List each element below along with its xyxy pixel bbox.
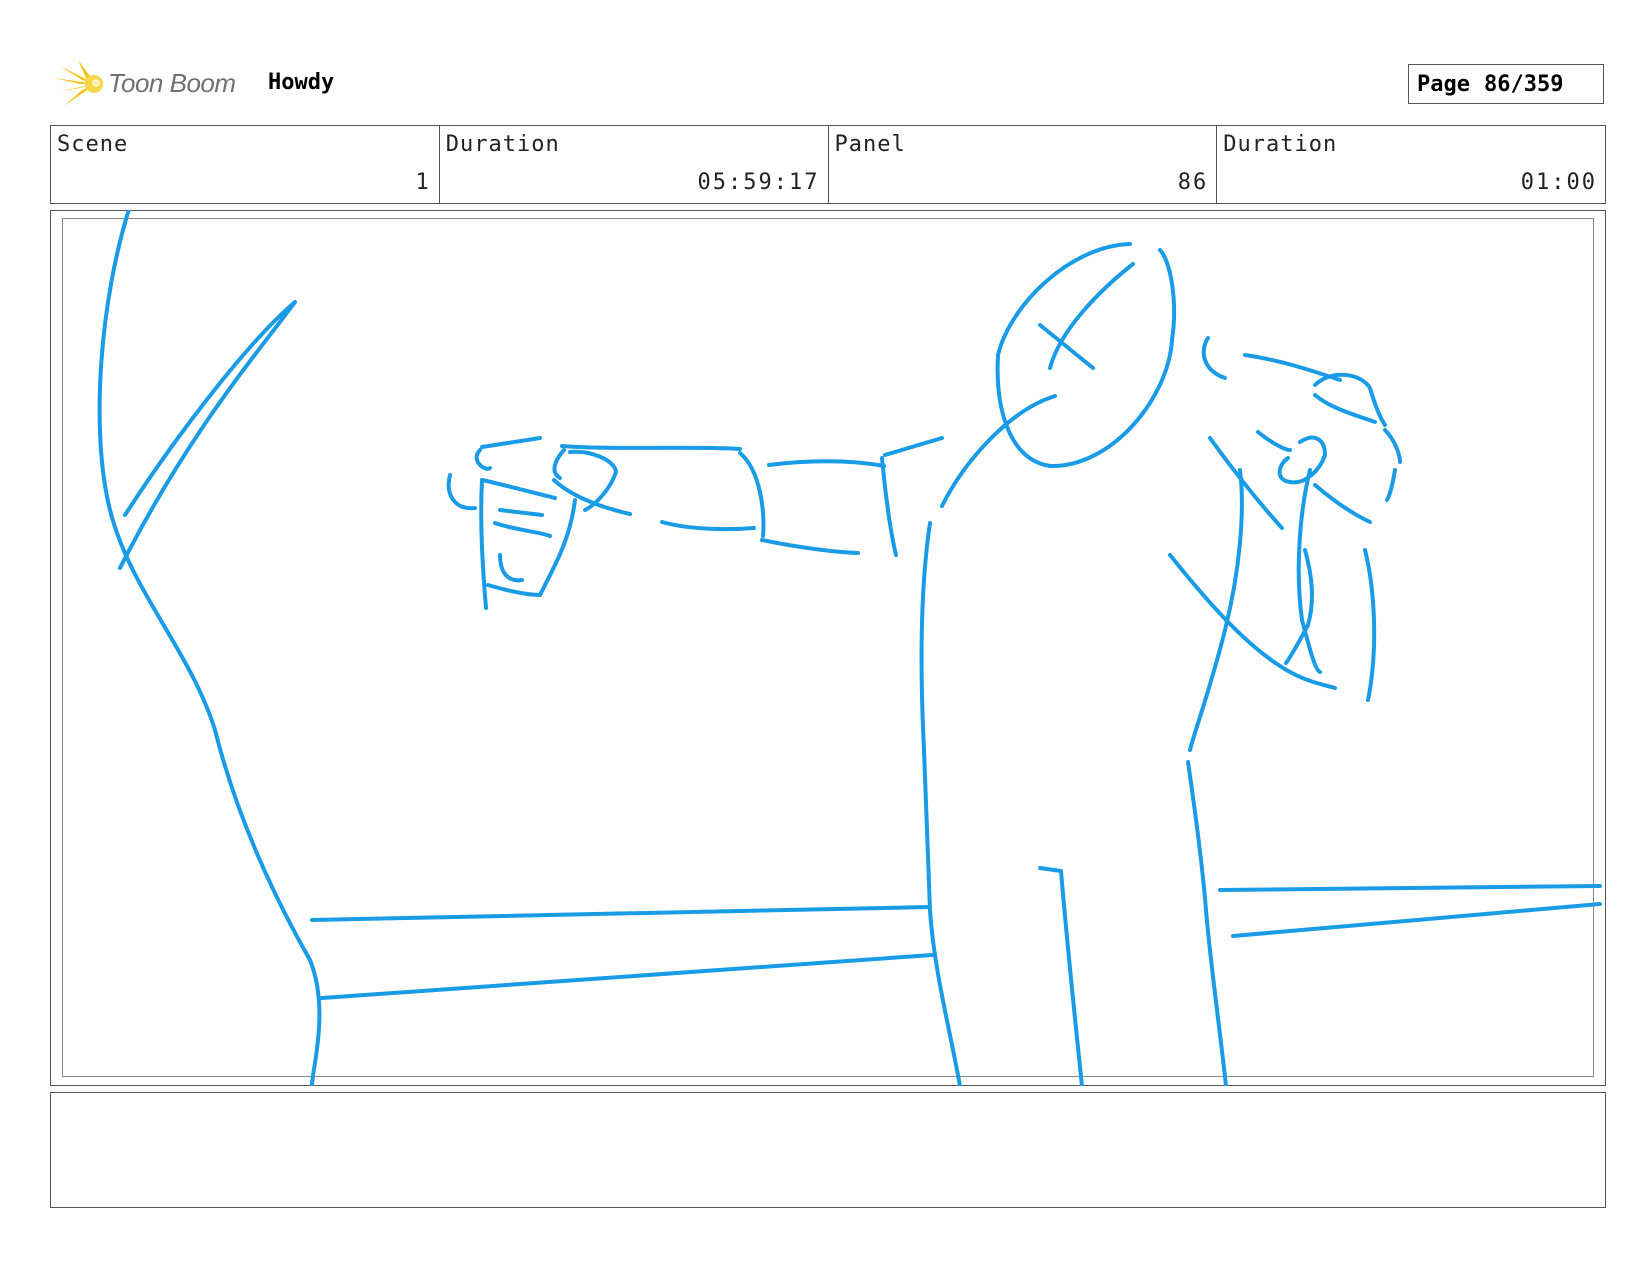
sketch-arm-sleeve-seam: [880, 456, 898, 557]
sketch-arm-upper: [883, 436, 944, 457]
sketch-char2-head-a: [1201, 336, 1227, 380]
sketch-char2-arm-d: [1363, 548, 1377, 702]
toon-boom-logo: Toon Boom: [52, 56, 252, 112]
sketch-forearm-top: [560, 444, 742, 451]
scene-label: Scene: [57, 132, 129, 157]
sketch-char2-arm-c: [1313, 483, 1372, 524]
sketch-counter-top: [310, 905, 932, 922]
sketch-leg-inner: [1038, 866, 1084, 1086]
sketch-cup-inner-c: [498, 553, 524, 583]
sketch-finger-c: [552, 448, 566, 480]
sketch-knuckles: [474, 448, 492, 471]
sketch-head-outline: [995, 242, 1177, 469]
sketch-cup-right: [538, 498, 577, 597]
sketch-head-cross-a: [1048, 262, 1135, 370]
logo-text: Toon Boom: [108, 68, 236, 98]
panel-duration-label: Duration: [1223, 132, 1338, 157]
sketch-thumb: [446, 473, 477, 511]
panel-info-table: Scene 1 Duration 05:59:17 Panel 86 Durat…: [50, 125, 1606, 204]
project-title: Howdy: [268, 70, 335, 95]
sketch-char2-body-c: [1186, 760, 1228, 1086]
sketch-char2-neck-back: [1385, 468, 1397, 502]
sketch-cup-rim: [480, 478, 557, 500]
scene-duration-value: 05:59:17: [697, 170, 820, 195]
sketch-char2-ear-inner: [1256, 430, 1292, 452]
sketch-forearm-bottom: [660, 520, 756, 532]
storyboard-sketch: [97, 210, 1602, 1086]
sketch-shoulder: [940, 394, 1057, 508]
sketch-char2-head-d: [1313, 393, 1377, 424]
sketch-counter-bottom: [320, 953, 934, 1000]
scene-value: 1: [415, 170, 431, 195]
panel-value: 86: [1177, 170, 1209, 195]
sketch-arm-sleeve-top: [767, 459, 886, 468]
page-indicator: Page 86/359: [1408, 64, 1604, 104]
sketch-cup-inner-b: [493, 521, 552, 538]
sketch-char2-body-a: [1208, 436, 1284, 530]
panel-label: Panel: [834, 132, 906, 157]
sketch-hand-fingers-b: [552, 478, 632, 516]
panel-duration-cell: Duration 01:00: [1217, 126, 1605, 203]
sketch-forearm-cuff: [738, 451, 766, 538]
page-value: 86/359: [1483, 71, 1564, 97]
sketch-wall-diagonal: [118, 300, 297, 570]
sketch-char2-ear: [1277, 435, 1327, 485]
panel-notes: [50, 1092, 1606, 1208]
scene-duration-label: Duration: [445, 132, 560, 157]
sketch-cup-inner-a: [498, 508, 544, 517]
starburst-icon: [54, 60, 103, 106]
sketch-body-left: [919, 521, 962, 1086]
sketch-hand-top: [480, 436, 542, 449]
scene-duration-cell: Duration 05:59:17: [440, 126, 829, 203]
sketch-cup-bottom: [486, 583, 542, 597]
sketch-right-counter-bottom: [1231, 902, 1602, 938]
panel-duration-value: 01:00: [1520, 170, 1597, 195]
sketch-arm-bottom: [760, 538, 860, 555]
sketch-char2-head-c: [1313, 372, 1387, 427]
sketch-char2-head-e: [1383, 428, 1402, 464]
panel-cell: Panel 86: [829, 126, 1218, 203]
sketch-cup-left: [479, 478, 488, 610]
sketch-wall-curve: [97, 210, 322, 1086]
scene-cell: Scene 1: [51, 126, 440, 203]
sketch-right-counter-top: [1218, 884, 1602, 892]
page-label: Page: [1417, 71, 1470, 97]
